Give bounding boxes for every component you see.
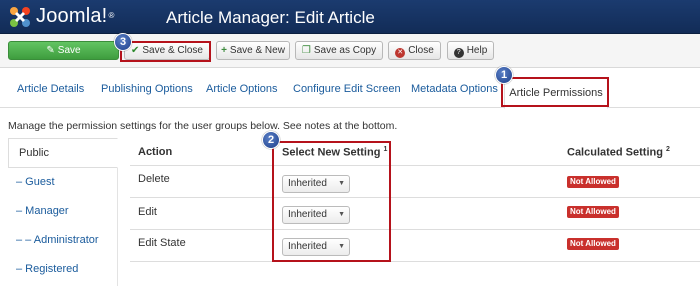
app-header: Joomla!® Article Manager: Edit Article <box>0 0 700 34</box>
group-item-administrator[interactable]: – – Administrator <box>16 234 99 246</box>
action-delete: Delete <box>138 173 170 185</box>
status-badge: Not Allowed <box>567 206 619 218</box>
help-icon: ? <box>453 48 464 58</box>
plus-icon: + <box>221 45 227 56</box>
group-item-manager[interactable]: – Manager <box>16 205 69 217</box>
status-badge: Not Allowed <box>567 238 619 250</box>
tab-article-details[interactable]: Article Details <box>17 83 84 95</box>
column-header-action: Action <box>138 146 173 158</box>
tab-configure-edit-screen[interactable]: Configure Edit Screen <box>293 83 401 95</box>
action-edit-state: Edit State <box>138 237 186 249</box>
tab-metadata-options[interactable]: Metadata Options <box>411 83 498 95</box>
tab-article-options[interactable]: Article Options <box>206 83 278 95</box>
row-divider <box>130 165 700 166</box>
tab-publishing-options[interactable]: Publishing Options <box>101 83 193 95</box>
group-item-guest[interactable]: – Guest <box>16 176 55 188</box>
save-as-copy-button[interactable]: ❐ Save as Copy <box>295 41 383 60</box>
callout-box-select-column <box>272 141 391 262</box>
status-badge: Not Allowed <box>567 176 619 188</box>
close-button[interactable]: ✕ Close <box>388 41 441 60</box>
callout-box-permissions-tab <box>501 77 609 107</box>
save-button[interactable]: ✎ Save <box>8 41 119 60</box>
logo-text: Joomla!® <box>36 5 115 27</box>
callout-box-save-close <box>120 41 211 62</box>
page-title: Article Manager: Edit Article <box>166 8 375 27</box>
toolbar: ✎ Save ✔ Save & Close + Save & New ❐ Save as… <box>0 34 700 68</box>
joomla-logo-icon <box>10 7 30 27</box>
column-header-calculated-setting: Calculated Setting 2 <box>567 146 670 159</box>
callout-number-3: 3 <box>114 33 132 51</box>
help-button[interactable]: ? Help <box>447 41 494 60</box>
callout-number-2: 2 <box>262 131 280 149</box>
permissions-table: Action Select New Setting 1 Calculated S… <box>130 138 700 286</box>
user-group-list: Public – Guest – Manager – – Administrat… <box>8 138 118 286</box>
group-item-public[interactable]: Public <box>8 138 118 168</box>
copy-icon: ❐ <box>301 45 311 56</box>
row-divider <box>130 197 700 198</box>
save-icon: ✎ <box>46 45 55 56</box>
close-icon: ✕ <box>395 48 406 58</box>
action-edit: Edit <box>138 206 157 218</box>
row-divider <box>130 229 700 230</box>
group-item-registered[interactable]: – Registered <box>16 263 78 275</box>
permissions-intro-text: Manage the permission settings for the u… <box>8 120 398 132</box>
save-and-new-button[interactable]: + Save & New <box>216 41 290 60</box>
row-divider <box>130 261 700 262</box>
callout-number-1: 1 <box>495 66 513 84</box>
